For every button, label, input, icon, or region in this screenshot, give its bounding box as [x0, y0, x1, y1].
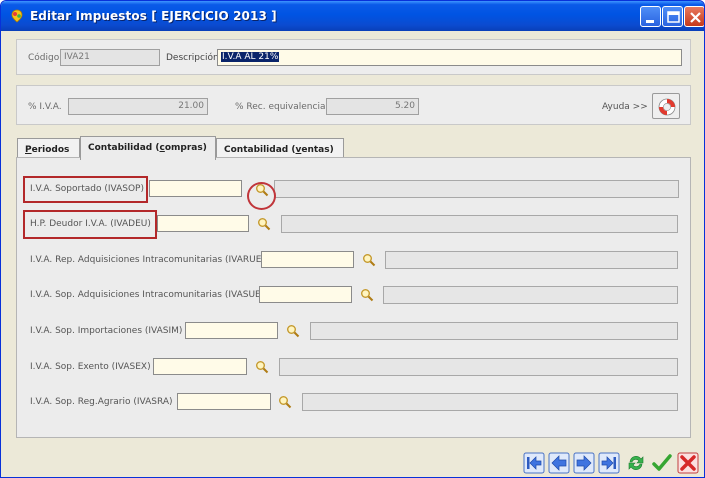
cancel-icon[interactable]: [677, 452, 699, 474]
account-code-input[interactable]: [259, 286, 352, 303]
tab-pane-compras: I.V.A. Soportado (IVASOP) H.P. Deudor I.…: [16, 157, 691, 438]
rec-equiv-field[interactable]: 5.20: [326, 98, 419, 115]
codigo-field[interactable]: IVA21: [60, 49, 160, 66]
magnifier-icon[interactable]: [257, 217, 271, 231]
edit-taxes-window: Editar Impuestos [ EJERCICIO 2013 ] Códi…: [0, 0, 705, 478]
rec-equiv-label: % Rec. equivalencia: [235, 102, 326, 112]
account-description: [274, 180, 679, 198]
magnifier-icon[interactable]: [286, 324, 300, 338]
maximize-button[interactable]: [662, 6, 683, 27]
tab-compras-pre: Contabilidad (: [88, 143, 160, 153]
tab-compras-post: ompras): [164, 143, 207, 153]
accept-icon[interactable]: [651, 452, 673, 474]
codigo-label: Código: [28, 53, 60, 63]
account-code-input[interactable]: [185, 322, 278, 339]
close-icon: [690, 12, 701, 23]
account-description: [310, 322, 678, 340]
tab-contabilidad-compras[interactable]: Contabilidad (compras): [80, 136, 216, 160]
highlight-box: [23, 210, 157, 239]
account-description: [385, 251, 678, 269]
previous-icon[interactable]: [548, 452, 570, 474]
magnifier-icon[interactable]: [360, 288, 374, 302]
account-description: [383, 286, 678, 304]
iva-percent-field[interactable]: 21.00: [68, 98, 208, 115]
highlight-box: [23, 176, 148, 203]
refresh-icon[interactable]: [625, 452, 647, 474]
account-label: I.V.A. Sop. Reg.Agrario (IVASRA): [30, 397, 173, 407]
account-code-input[interactable]: [177, 393, 271, 410]
account-code-input[interactable]: [261, 251, 354, 268]
lifebuoy-icon: [658, 98, 676, 116]
rates-panel: % I.V.A. 21.00 % Rec. equivalencia 5.20 …: [16, 85, 691, 125]
next-icon[interactable]: [573, 452, 595, 474]
iva-percent-label: % I.V.A.: [28, 102, 62, 112]
account-label: I.V.A. Sop. Adquisiciones Intracomunitar…: [30, 290, 265, 300]
account-code-input[interactable]: [153, 358, 247, 375]
window-title: Editar Impuestos [ EJERCICIO 2013 ]: [30, 9, 277, 23]
first-icon[interactable]: [523, 452, 545, 474]
account-code-input[interactable]: [149, 180, 242, 197]
minimize-button[interactable]: [640, 6, 661, 27]
last-icon[interactable]: [598, 452, 620, 474]
account-code-input[interactable]: [157, 215, 249, 232]
header-panel: Código IVA21 Descripción I.V.A AL 21%: [16, 39, 691, 75]
help-label: Ayuda >>: [602, 102, 648, 112]
magnifier-icon[interactable]: [278, 395, 292, 409]
descripcion-field[interactable]: I.V.A AL 21%: [217, 49, 682, 66]
tab-ventas-pre: Contabilidad (: [224, 145, 296, 155]
maximize-icon: [667, 11, 680, 23]
tab-ventas-post: entas): [301, 145, 334, 155]
magnifier-icon[interactable]: [362, 253, 376, 267]
account-label: I.V.A. Sop. Importaciones (IVASIM): [30, 326, 183, 336]
account-description: [279, 358, 678, 376]
title-bar[interactable]: Editar Impuestos [ EJERCICIO 2013 ]: [1, 1, 704, 31]
close-button[interactable]: [684, 6, 704, 27]
minimize-icon: [646, 20, 654, 23]
tab-periodos-rest: eriodos: [31, 145, 70, 155]
descripcion-label: Descripción: [166, 53, 219, 63]
descripcion-value: I.V.A AL 21%: [221, 52, 280, 62]
tab-periodos-mnemonic: P: [25, 145, 32, 155]
help-button[interactable]: [652, 93, 680, 119]
app-icon: [11, 9, 23, 23]
account-label: I.V.A. Rep. Adquisiciones Intracomunitar…: [30, 255, 265, 265]
highlight-circle: [247, 182, 276, 210]
account-description: [302, 393, 678, 411]
account-label: I.V.A. Sop. Exento (IVASEX): [30, 362, 151, 372]
account-description: [281, 215, 678, 233]
magnifier-icon[interactable]: [255, 360, 269, 374]
